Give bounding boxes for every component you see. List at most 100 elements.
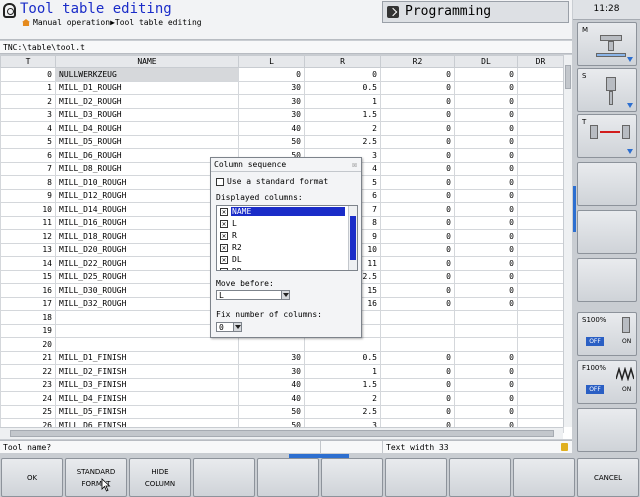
table-cell-r2[interactable]: 0	[380, 229, 455, 244]
table-cell-r2[interactable]: 0	[380, 364, 455, 379]
table-cell-name[interactable]: MILL_D2_FINISH	[55, 364, 239, 379]
table-cell-r2[interactable]	[380, 337, 455, 352]
column-visible-checkbox[interactable]: ✕	[220, 208, 228, 216]
softkey-9[interactable]	[513, 458, 575, 497]
table-cell-dr[interactable]	[517, 161, 564, 176]
column-list-item[interactable]: ✕ R	[217, 230, 347, 242]
table-cell-t[interactable]: 16	[0, 283, 56, 298]
table-cell-l[interactable]: 30	[238, 107, 305, 122]
table-cell-r2[interactable]: 0	[380, 391, 455, 406]
ok-softkey[interactable]: OK	[1, 458, 63, 497]
table-cell-name[interactable]: MILL_D5_FINISH	[55, 404, 239, 419]
table-cell-l[interactable]: 30	[238, 80, 305, 95]
table-cell-dr[interactable]	[517, 134, 564, 149]
chevron-down-icon[interactable]	[233, 323, 241, 331]
table-cell-dl[interactable]: 0	[454, 350, 518, 365]
column-header[interactable]: DR	[517, 55, 564, 68]
table-cell-l[interactable]: 0	[238, 67, 305, 82]
table-cell-r[interactable]: 1	[304, 364, 381, 379]
cancel-softkey[interactable]: CANCEL	[577, 458, 639, 497]
table-row[interactable]: 25 MILL_D5_FINISH 50 2.5 0 0	[0, 404, 564, 419]
table-cell-dr[interactable]	[517, 269, 564, 284]
list-scrollbar[interactable]	[348, 206, 357, 270]
table-row[interactable]: 2 MILL_D2_ROUGH 30 1 0 0	[0, 94, 564, 109]
table-cell-t[interactable]: 21	[0, 350, 56, 365]
right-softkey-4[interactable]	[577, 162, 637, 206]
table-cell-dr[interactable]	[517, 350, 564, 365]
fix-columns-select[interactable]: 0	[216, 322, 242, 332]
table-cell-r2[interactable]: 0	[380, 283, 455, 298]
table-cell-dl[interactable]: 0	[454, 283, 518, 298]
hide-column-softkey[interactable]: HIDE COLUMN	[129, 458, 191, 497]
table-cell-dl[interactable]: 0	[454, 269, 518, 284]
table-cell-r[interactable]: 2.5	[304, 134, 381, 149]
table-cell-r2[interactable]	[380, 323, 455, 338]
table-cell-r2[interactable]: 0	[380, 350, 455, 365]
column-visible-checkbox[interactable]: ✕	[220, 256, 228, 264]
close-icon[interactable]: ☒	[352, 160, 357, 169]
table-cell-name[interactable]: MILL_D5_ROUGH	[55, 134, 239, 149]
table-cell-dl[interactable]: 0	[454, 256, 518, 271]
table-cell-t[interactable]: 6	[0, 148, 56, 163]
use-standard-format-checkbox[interactable]	[216, 178, 224, 186]
table-cell-t[interactable]: 10	[0, 202, 56, 217]
table-cell-r[interactable]: 2.5	[304, 404, 381, 419]
table-cell-t[interactable]: 7	[0, 161, 56, 176]
table-cell-r2[interactable]: 0	[380, 269, 455, 284]
table-cell-r[interactable]: 0	[304, 67, 381, 82]
table-cell-dl[interactable]: 0	[454, 148, 518, 163]
table-cell-r2[interactable]: 0	[380, 202, 455, 217]
table-cell-name[interactable]: MILL_D1_FINISH	[55, 350, 239, 365]
table-cell-t[interactable]: 3	[0, 107, 56, 122]
column-visible-checkbox[interactable]: ✕	[220, 220, 228, 228]
softkey-4[interactable]	[193, 458, 255, 497]
table-cell-dr[interactable]	[517, 242, 564, 257]
table-cell-l[interactable]: 50	[238, 134, 305, 149]
table-cell-dl[interactable]: 0	[454, 134, 518, 149]
table-cell-dl[interactable]: 0	[454, 377, 518, 392]
table-cell-name[interactable]: MILL_D4_FINISH	[55, 391, 239, 406]
table-cell-l[interactable]: 50	[238, 404, 305, 419]
table-row[interactable]: 3 MILL_D3_ROUGH 30 1.5 0 0	[0, 107, 564, 122]
table-cell-dr[interactable]	[517, 404, 564, 419]
chevron-down-icon[interactable]	[281, 291, 289, 299]
softkey-5[interactable]	[257, 458, 319, 497]
table-row[interactable]: 0 NULLWERKZEUG 0 0 0 0	[0, 67, 564, 82]
table-cell-dr[interactable]	[517, 323, 564, 338]
vertical-scrollbar[interactable]	[563, 55, 572, 427]
table-cell-dl[interactable]	[454, 323, 518, 338]
table-cell-dr[interactable]	[517, 229, 564, 244]
table-cell-r2[interactable]: 0	[380, 94, 455, 109]
table-cell-dr[interactable]	[517, 377, 564, 392]
table-cell-dl[interactable]: 0	[454, 80, 518, 95]
table-cell-dl[interactable]: 0	[454, 364, 518, 379]
table-cell-t[interactable]: 13	[0, 242, 56, 257]
table-cell-dr[interactable]	[517, 80, 564, 95]
spindle-override-softkey[interactable]: S100% OFF ON	[577, 312, 637, 356]
table-cell-dl[interactable]: 0	[454, 175, 518, 190]
table-cell-dr[interactable]	[517, 256, 564, 271]
table-cell-name[interactable]	[55, 337, 239, 352]
table-cell-t[interactable]: 12	[0, 229, 56, 244]
t-function-softkey[interactable]: T	[577, 114, 637, 158]
table-cell-dl[interactable]: 0	[454, 242, 518, 257]
table-cell-r2[interactable]: 0	[380, 80, 455, 95]
table-cell-t[interactable]: 14	[0, 256, 56, 271]
table-cell-dl[interactable]	[454, 337, 518, 352]
table-cell-r2[interactable]: 0	[380, 296, 455, 311]
column-list-item[interactable]: ✕ R2	[217, 242, 347, 254]
table-cell-dr[interactable]	[517, 107, 564, 122]
table-cell-dr[interactable]	[517, 121, 564, 136]
table-cell-dr[interactable]	[517, 364, 564, 379]
column-visible-checkbox[interactable]: ✕	[220, 232, 228, 240]
table-cell-t[interactable]: 1	[0, 80, 56, 95]
table-cell-dr[interactable]	[517, 67, 564, 82]
column-visible-checkbox[interactable]: ✕	[220, 268, 228, 270]
table-cell-name[interactable]: MILL_D3_ROUGH	[55, 107, 239, 122]
column-visible-checkbox[interactable]: ✕	[220, 244, 228, 252]
table-cell-dl[interactable]: 0	[454, 229, 518, 244]
table-cell-l[interactable]: 30	[238, 350, 305, 365]
column-list-item[interactable]: ✕ L	[217, 218, 347, 230]
table-cell-dr[interactable]	[517, 202, 564, 217]
table-cell-r2[interactable]: 0	[380, 67, 455, 82]
